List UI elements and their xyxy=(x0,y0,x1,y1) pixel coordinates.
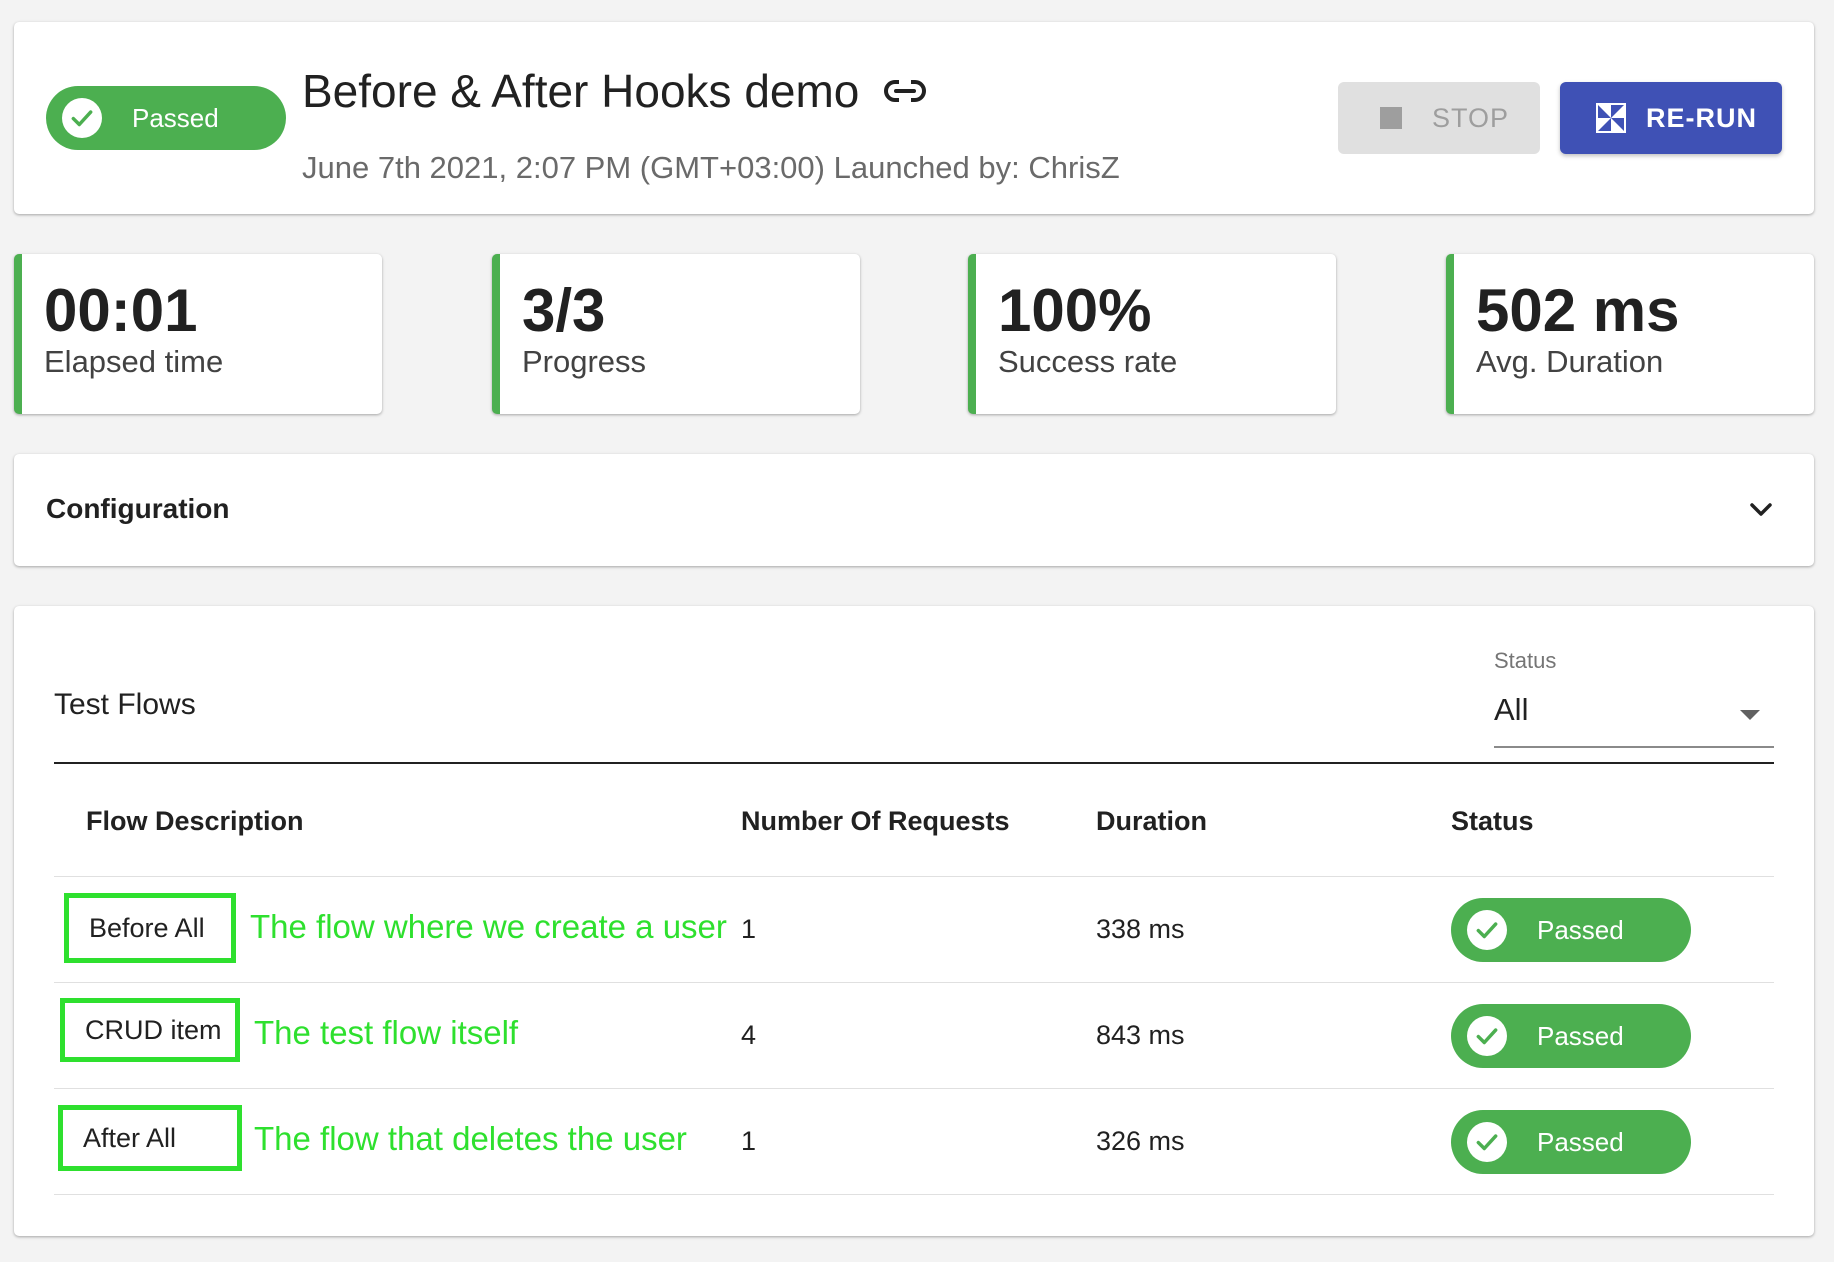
rerun-button-label: RE-RUN xyxy=(1646,102,1757,133)
flow-duration: 843 ms xyxy=(1096,1020,1185,1050)
flow-duration: 338 ms xyxy=(1096,914,1185,944)
flow-status-label: Passed xyxy=(1537,1020,1624,1051)
run-title-row: Before & After Hooks demo xyxy=(302,64,927,118)
flow-status-label: Passed xyxy=(1537,1126,1624,1157)
rerun-button[interactable]: RE-RUN xyxy=(1560,82,1782,154)
row-divider xyxy=(54,1088,1774,1089)
page-title: Before & After Hooks demo xyxy=(302,65,860,117)
flow-name-box[interactable]: After All xyxy=(58,1105,242,1171)
flow-status-badge: Passed xyxy=(1451,1110,1691,1174)
status-filter-label: Status xyxy=(1494,648,1557,673)
stat-value: 502 ms xyxy=(1476,277,1680,344)
flow-duration: 326 ms xyxy=(1096,1126,1185,1156)
stat-label: Avg. Duration xyxy=(1476,344,1664,379)
flow-name-box[interactable]: CRUD item xyxy=(60,998,240,1062)
run-header: Passed Before & After Hooks demo June 7t… xyxy=(14,22,1814,214)
stat-label: Success rate xyxy=(998,344,1178,379)
run-subtitle: June 7th 2021, 2:07 PM (GMT+03:00) Launc… xyxy=(302,150,1120,185)
dropdown-arrow-icon xyxy=(1740,710,1760,720)
stat-card-elapsed-time: 00:01 Elapsed time xyxy=(14,254,382,414)
chevron-down-icon[interactable] xyxy=(1748,498,1774,520)
stat-label: Progress xyxy=(522,344,647,379)
stat-card-progress: 3/3 Progress xyxy=(492,254,860,414)
check-circle-icon xyxy=(62,98,102,138)
flow-status-badge: Passed xyxy=(1451,1004,1691,1068)
stat-card-avg-duration: 502 ms Avg. Duration xyxy=(1446,254,1814,414)
test-flows-title: Test Flows xyxy=(54,688,196,721)
flow-status-label: Passed xyxy=(1537,914,1624,945)
stop-icon xyxy=(1380,107,1402,129)
flow-requests: 1 xyxy=(741,914,757,944)
row-divider xyxy=(54,876,1774,877)
test-flows-panel: Test Flows Status All Flow Description N… xyxy=(14,606,1814,1236)
table-divider xyxy=(54,762,1774,764)
link-icon[interactable] xyxy=(883,76,927,106)
stat-value: 3/3 xyxy=(522,277,606,344)
flow-requests: 1 xyxy=(741,1126,757,1156)
flow-name: Before All xyxy=(89,912,205,943)
flow-name-box[interactable]: Before All xyxy=(64,893,236,963)
column-header-status[interactable]: Status xyxy=(1451,806,1534,837)
test-run-page: Passed Before & After Hooks demo June 7t… xyxy=(0,0,1834,1262)
row-divider xyxy=(54,982,1774,983)
run-status-label: Passed xyxy=(132,102,219,133)
status-filter-value: All xyxy=(1494,692,1529,727)
flow-name: CRUD item xyxy=(85,1014,222,1045)
column-header-flow-description[interactable]: Flow Description xyxy=(86,806,304,837)
stop-button[interactable]: STOP xyxy=(1338,82,1540,154)
stop-button-label: STOP xyxy=(1432,102,1510,133)
flow-annotation: The flow where we create a user xyxy=(250,908,727,945)
configuration-title: Configuration xyxy=(46,493,230,524)
stat-value: 100% xyxy=(998,277,1152,344)
stat-value: 00:01 xyxy=(44,277,198,344)
flow-requests: 4 xyxy=(741,1020,757,1050)
column-header-duration[interactable]: Duration xyxy=(1096,806,1207,837)
row-divider xyxy=(54,1194,1774,1195)
flow-status-badge: Passed xyxy=(1451,898,1691,962)
configuration-panel[interactable]: Configuration xyxy=(14,454,1814,566)
run-status-badge: Passed xyxy=(46,86,286,150)
stat-card-success-rate: 100% Success rate xyxy=(968,254,1336,414)
check-circle-icon xyxy=(1467,1016,1507,1056)
status-filter-select[interactable]: All xyxy=(1494,686,1774,748)
rerun-icon xyxy=(1596,103,1626,133)
check-circle-icon xyxy=(1467,910,1507,950)
flow-annotation: The flow that deletes the user xyxy=(254,1120,687,1157)
column-header-number-of-requests[interactable]: Number Of Requests xyxy=(741,806,1010,837)
stat-label: Elapsed time xyxy=(44,344,224,379)
flow-annotation: The test flow itself xyxy=(254,1014,519,1051)
flow-name: After All xyxy=(83,1122,177,1153)
check-circle-icon xyxy=(1467,1122,1507,1162)
